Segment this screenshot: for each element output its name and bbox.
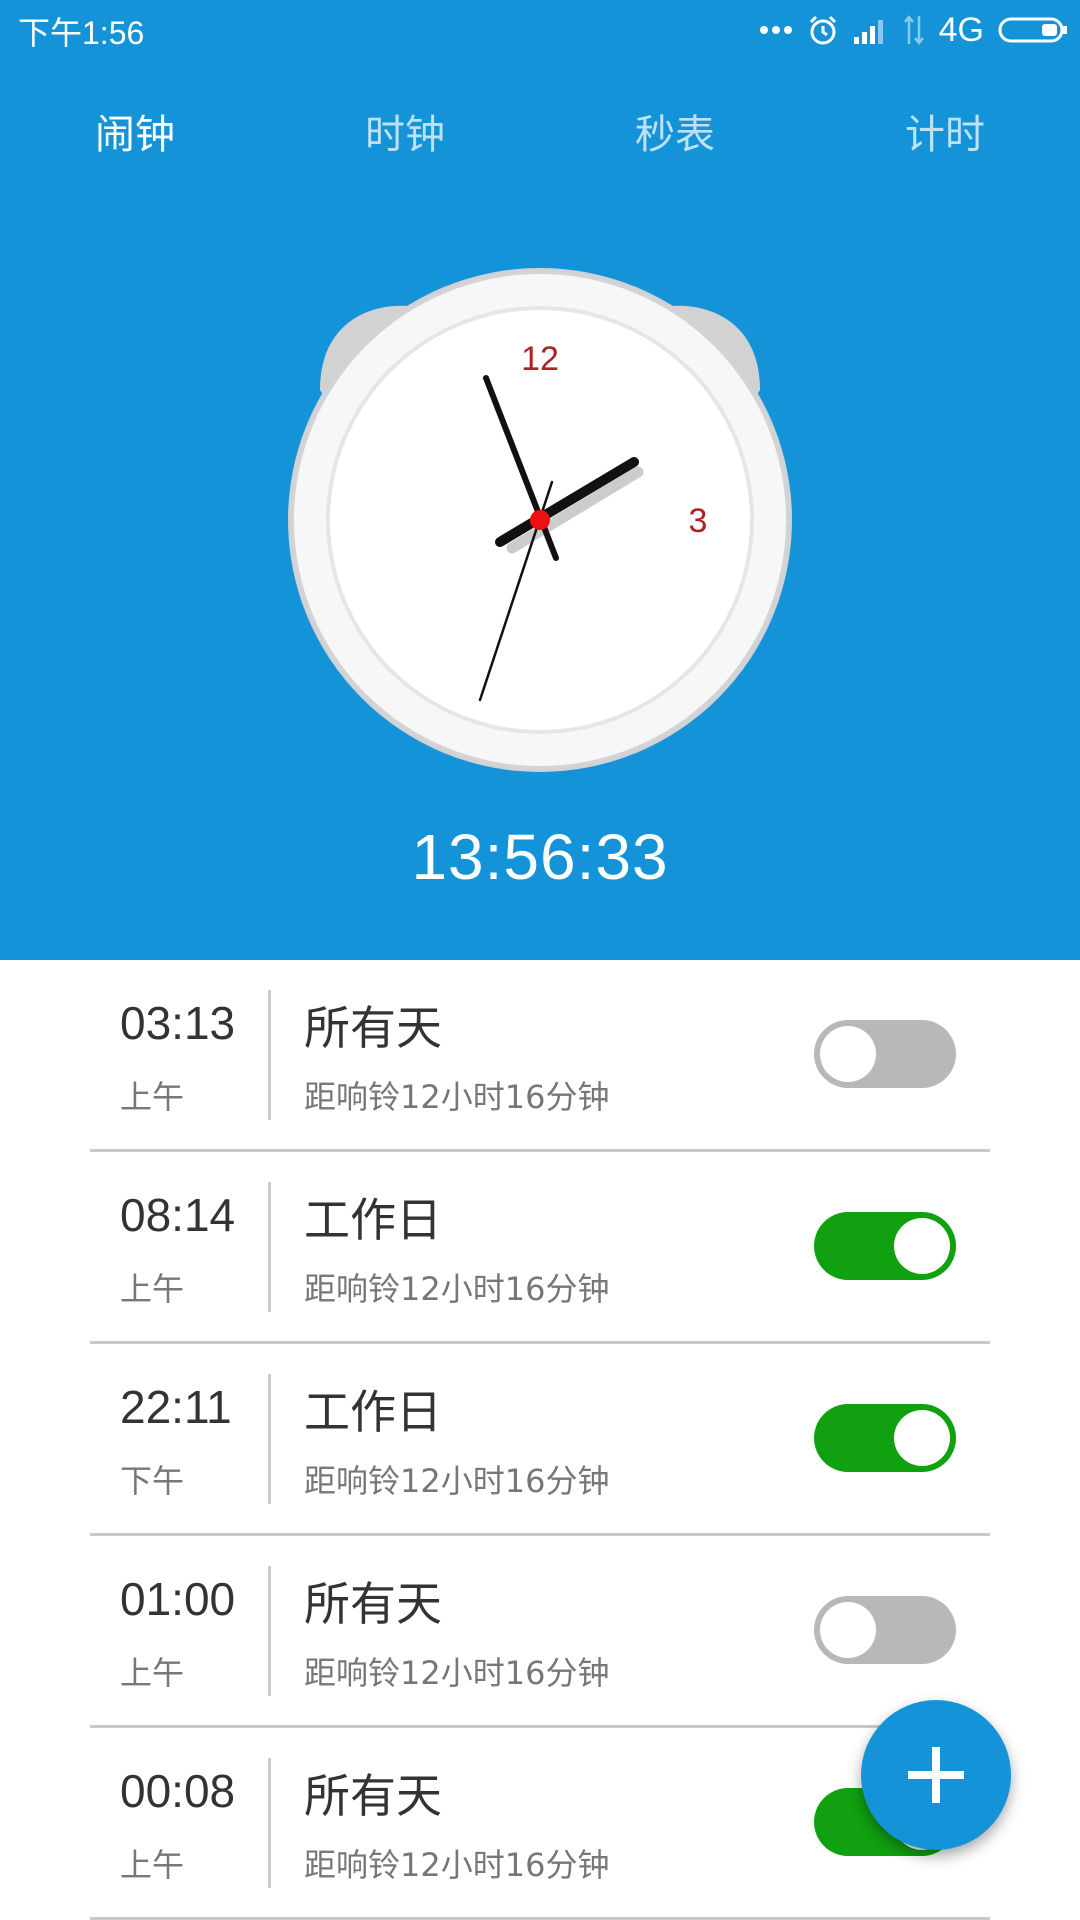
signal-icon <box>853 15 889 45</box>
alarm-separator <box>268 1182 271 1312</box>
alarm-separator <box>268 990 271 1120</box>
toggle-knob <box>820 1602 876 1658</box>
alarm-ampm: 上午 <box>120 1270 185 1308</box>
alarm-toggle[interactable] <box>814 1020 956 1088</box>
alarm-repeat: 工作日 <box>304 1193 442 1247</box>
clock-numeral-3: 3 <box>689 502 708 540</box>
toggle-knob <box>820 1026 876 1082</box>
alarm-time: 01:00 <box>120 1573 236 1625</box>
alarm-repeat: 工作日 <box>304 1385 442 1439</box>
add-alarm-button[interactable] <box>861 1700 1011 1850</box>
alarm-remaining: 距响铃12小时16分钟 <box>304 1078 610 1116</box>
alarm-ampm: 上午 <box>120 1078 185 1116</box>
alarm-repeat: 所有天 <box>304 1001 442 1055</box>
alarm-toggle[interactable] <box>814 1596 956 1664</box>
alarm-time: 08:14 <box>120 1189 236 1241</box>
status-icons: 4G <box>759 10 1068 50</box>
alarm-ampm: 上午 <box>120 1846 185 1884</box>
clock-numeral-12: 12 <box>521 340 559 378</box>
alarm-item[interactable]: 01:00 上午 所有天 距响铃12小时16分钟 <box>0 1536 1080 1728</box>
tab-clock[interactable]: 时钟 <box>325 100 485 170</box>
toggle-knob <box>894 1410 950 1466</box>
tab-bar: 闹钟 时钟 秒表 计时 <box>0 100 1080 170</box>
battery-icon <box>998 15 1068 45</box>
alarm-time: 03:13 <box>120 997 236 1049</box>
toggle-knob <box>894 1218 950 1274</box>
alarm-time: 22:11 <box>120 1381 232 1433</box>
alarm-toggle[interactable] <box>814 1404 956 1472</box>
tab-alarm[interactable]: 闹钟 <box>55 100 215 170</box>
digital-time: 13:56:33 <box>411 821 669 893</box>
more-dots-icon <box>759 25 793 35</box>
alarm-remaining: 距响铃12小时16分钟 <box>304 1462 610 1500</box>
alarm-item[interactable]: 03:13 上午 所有天 距响铃12小时16分钟 <box>0 960 1080 1152</box>
network-type: 4G <box>938 10 984 49</box>
alarm-ampm: 下午 <box>120 1462 185 1500</box>
alarm-remaining: 距响铃12小时16分钟 <box>304 1846 610 1884</box>
alarm-separator <box>268 1374 271 1504</box>
alarm-item[interactable]: 08:14 上午 工作日 距响铃12小时16分钟 <box>0 1152 1080 1344</box>
tab-timer[interactable]: 计时 <box>865 100 1025 170</box>
alarm-icon <box>807 14 839 46</box>
header-area: 下午1:56 4G 闹钟 时钟 秒表 计时 12 3 13:56:33 <box>0 0 1080 960</box>
alarm-time: 00:08 <box>120 1765 236 1817</box>
clock-center-pin <box>530 510 550 530</box>
status-time: 下午1:56 <box>18 15 145 51</box>
alarm-separator <box>268 1758 271 1888</box>
data-arrows-icon <box>903 14 925 46</box>
alarm-item[interactable]: 22:11 下午 工作日 距响铃12小时16分钟 <box>0 1344 1080 1536</box>
alarm-remaining: 距响铃12小时16分钟 <box>304 1654 610 1692</box>
alarm-separator <box>268 1566 271 1696</box>
status-bar: 下午1:56 4G <box>0 0 1080 62</box>
alarm-ampm: 上午 <box>120 1654 185 1692</box>
alarm-toggle[interactable] <box>814 1212 956 1280</box>
alarm-repeat: 所有天 <box>304 1769 442 1823</box>
alarm-remaining: 距响铃12小时16分钟 <box>304 1270 610 1308</box>
alarm-repeat: 所有天 <box>304 1577 442 1631</box>
analog-clock: 12 3 <box>280 260 800 780</box>
tab-stopwatch[interactable]: 秒表 <box>595 100 755 170</box>
